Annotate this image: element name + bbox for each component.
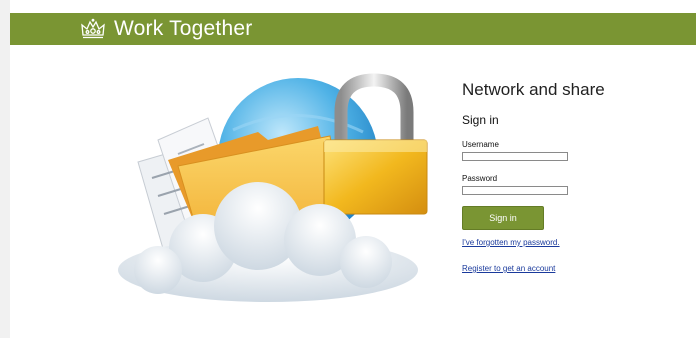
header-bar: Work Together (10, 13, 696, 45)
security-illustration (118, 73, 428, 302)
username-input[interactable] (462, 152, 568, 161)
password-input[interactable] (462, 186, 568, 195)
brand[interactable]: Work Together (80, 13, 252, 45)
signin-button[interactable]: Sign in (462, 206, 544, 230)
padlock-icon (323, 73, 428, 215)
page-title: Network and share (462, 80, 605, 99)
crown-icon (81, 18, 105, 39)
username-label: Username (462, 140, 499, 149)
page-edge (0, 0, 10, 338)
forgot-password-link[interactable]: I've forgotten my password. (462, 238, 560, 247)
register-link[interactable]: Register to get an account (462, 264, 555, 273)
brand-name: Work Together (114, 17, 253, 40)
signin-heading: Sign in (462, 113, 499, 127)
password-label: Password (462, 174, 498, 183)
page: Work Together Network and share Sign in … (0, 0, 696, 338)
